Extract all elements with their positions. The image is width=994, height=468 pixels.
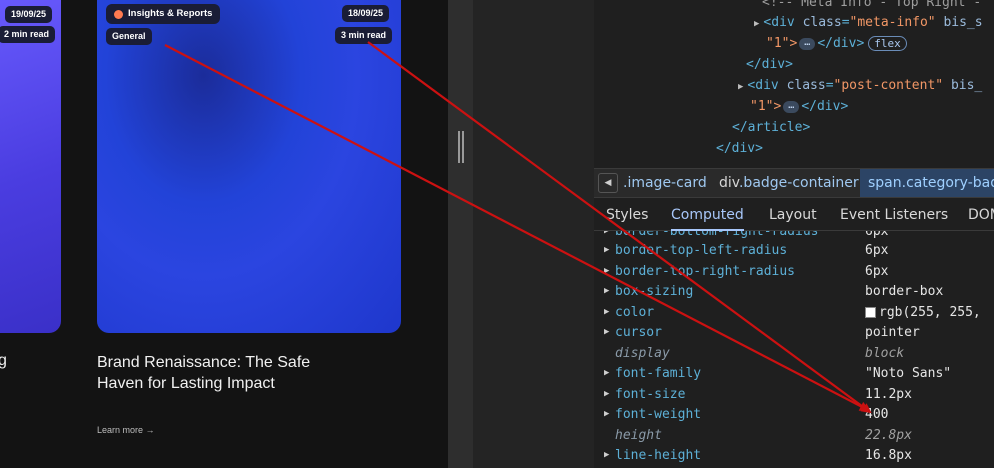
dom-node-post-content-close[interactable]: "1">… </div> — [750, 96, 848, 117]
tab-computed[interactable]: Computed — [671, 199, 744, 231]
dom-node-article-close[interactable]: </article> — [732, 117, 810, 138]
expand-triangle-icon[interactable]: ▶ — [604, 322, 609, 343]
expand-triangle-icon[interactable]: ▶ — [604, 261, 609, 282]
panel-splitter[interactable] — [448, 0, 473, 468]
left-card-title-fragment: g — [0, 352, 7, 369]
tab-styles[interactable]: Styles — [606, 199, 648, 231]
devtools-gutter — [473, 0, 594, 468]
tab-dom[interactable]: DOM — [968, 199, 994, 231]
read-time-badge: 3 min read — [335, 27, 393, 44]
tag-badge[interactable]: General — [106, 28, 152, 45]
expand-triangle-icon[interactable]: ▶ — [604, 404, 609, 425]
expand-triangle-icon[interactable]: ▶ — [604, 384, 609, 405]
computed-property[interactable]: height 22.8px — [594, 425, 994, 446]
expand-triangle-icon[interactable]: ▶ — [604, 363, 609, 384]
flex-badge[interactable]: flex — [868, 36, 907, 51]
dom-node-meta-info-close[interactable]: "1">… </div> flex — [766, 33, 907, 54]
computed-property[interactable]: ▶ border-top-left-radius 6px — [594, 240, 994, 261]
expand-triangle-icon[interactable]: ▶ — [738, 77, 743, 98]
dom-node-close[interactable]: </div> — [716, 138, 763, 159]
blog-card-left-image[interactable]: 19/09/25 2 min read — [0, 0, 61, 333]
breadcrumb-scroll-left-icon[interactable]: ◀ — [598, 173, 618, 193]
computed-property[interactable]: ▶ font-weight 400 — [594, 404, 994, 425]
blog-card-image[interactable]: Insights & Reports General 18/09/25 3 mi… — [97, 0, 401, 333]
splitter-grip-icon[interactable] — [458, 131, 464, 163]
expand-triangle-icon[interactable]: ▶ — [604, 281, 609, 302]
breadcrumb-item-badge-container[interactable]: div.badge-container — [719, 169, 859, 197]
breadcrumb-item-image-card[interactable]: .image-card — [623, 169, 707, 197]
devtools-panel: <!-- Meta Info - Top Right - ▶ <div class… — [594, 0, 994, 468]
ellipsis-icon[interactable]: … — [799, 37, 816, 50]
read-time-badge: 2 min read — [0, 26, 56, 43]
date-badge: 18/09/25 — [342, 5, 390, 22]
tab-event-listeners[interactable]: Event Listeners — [840, 199, 948, 231]
category-badge[interactable]: Insights & Reports — [106, 4, 221, 24]
category-label: Insights & Reports — [128, 8, 213, 19]
card-title[interactable]: Brand Renaissance: The Safe Haven for La… — [97, 352, 357, 394]
computed-property[interactable]: ▶ font-size 11.2px — [594, 384, 994, 405]
devtools-subtabs: Styles Computed Layout Event Listeners D… — [594, 199, 994, 231]
webpage-preview: 19/09/25 2 min read Insights & Reports G… — [0, 0, 448, 468]
expand-triangle-icon[interactable]: ▶ — [604, 240, 609, 261]
computed-properties-list: ▶ border-bottom-right-radius 6px ▶ borde… — [594, 231, 994, 468]
breadcrumb: ◀ .image-card div.badge-container span.c… — [594, 168, 994, 198]
expand-triangle-icon[interactable]: ▶ — [604, 445, 609, 466]
ellipsis-icon[interactable]: … — [783, 100, 800, 113]
category-dot-icon — [114, 10, 123, 19]
breadcrumb-item-category-badge[interactable]: span.category-bad — [860, 169, 994, 197]
color-swatch-icon[interactable] — [865, 307, 876, 318]
computed-property[interactable]: ▶ line-height 16.8px — [594, 445, 994, 466]
computed-property[interactable]: display block — [594, 343, 994, 364]
computed-property[interactable]: ▶ font-family "Noto Sans" — [594, 363, 994, 384]
computed-property[interactable]: ▶ border-top-right-radius 6px — [594, 261, 994, 282]
dom-node-meta-info[interactable]: ▶ <div class="meta-info" bis_s — [754, 12, 983, 33]
expand-triangle-icon[interactable]: ▶ — [604, 302, 609, 323]
tab-layout[interactable]: Layout — [769, 199, 817, 231]
date-badge: 19/09/25 — [5, 6, 53, 23]
computed-property[interactable]: ▶ cursor pointer — [594, 322, 994, 343]
learn-more-link[interactable]: Learn more → — [97, 425, 155, 435]
computed-property[interactable]: ▶ box-sizing border-box — [594, 281, 994, 302]
dom-node-close[interactable]: </div> — [746, 54, 793, 75]
expand-triangle-icon[interactable]: ▶ — [754, 14, 759, 35]
computed-property[interactable]: ▶ color rgb(255, 255, — [594, 302, 994, 323]
dom-node-post-content[interactable]: ▶ <div class="post-content" bis_ — [738, 75, 982, 96]
